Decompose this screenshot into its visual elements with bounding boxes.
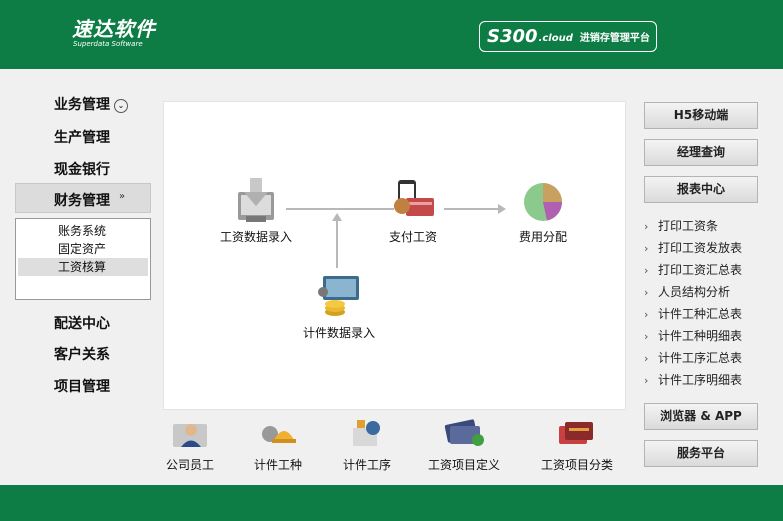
- pay-salary[interactable]: 支付工资: [378, 180, 448, 245]
- app-footer: [0, 485, 783, 521]
- report-link[interactable]: › 计件工种明细表: [644, 327, 742, 344]
- report-link-label: 计件工种汇总表: [658, 307, 743, 321]
- flow-connector: [444, 208, 504, 210]
- product-suffix: .cloud: [538, 33, 573, 44]
- nav-item-crm[interactable]: 客户关系: [54, 344, 110, 364]
- quick-company-staff[interactable]: 公司员工: [163, 418, 217, 473]
- process-gear-icon: [353, 420, 380, 446]
- report-link[interactable]: › 计件工序汇总表: [644, 349, 742, 366]
- report-link-label: 计件工种明细表: [658, 329, 743, 343]
- cards-gear-icon: [444, 419, 484, 446]
- quick-salary-item-category[interactable]: 工资项目分类: [541, 418, 613, 473]
- node-label: 计件数据录入: [302, 326, 375, 340]
- chevron-right-icon: ›: [644, 220, 649, 233]
- nav-item-finance[interactable]: 财务管理 »: [15, 183, 151, 213]
- download-tray-icon: [238, 178, 274, 222]
- node-label: 支付工资: [388, 230, 437, 244]
- nav-item-business[interactable]: 业务管理 ⌄: [54, 94, 128, 114]
- report-link[interactable]: › 计件工序明细表: [644, 371, 742, 388]
- quick-piece-work-process[interactable]: 计件工序: [340, 418, 394, 473]
- chevron-right-icon: ›: [644, 286, 649, 299]
- flow-connector: [336, 220, 338, 268]
- chevron-right-icon: ›: [644, 242, 649, 255]
- chevron-right-icon: ›: [644, 374, 649, 387]
- payment-card-icon: [394, 180, 434, 216]
- hard-hat-icon: [262, 426, 296, 443]
- h5-mobile-button[interactable]: H5移动端: [644, 102, 758, 129]
- submenu-item-accounting[interactable]: 账务系统: [18, 222, 148, 240]
- nav-item-label: 业务管理: [54, 97, 110, 113]
- nav-item-production[interactable]: 生产管理: [54, 127, 110, 147]
- salary-data-entry[interactable]: 工资数据录入: [216, 178, 296, 245]
- chevron-right-icon: ›: [644, 308, 649, 321]
- cost-allocation[interactable]: 费用分配: [508, 180, 578, 245]
- arrow-up-icon: [332, 213, 342, 221]
- node-label: 工资数据录入: [219, 230, 292, 244]
- piece-data-entry[interactable]: 计件数据录入: [289, 274, 389, 341]
- pie-chart-icon: [524, 183, 562, 221]
- manager-query-button[interactable]: 经理查询: [644, 139, 758, 166]
- app-header: 速达软件 Superdata Software S300 .cloud 进销存管…: [0, 0, 783, 69]
- employee-icon: [173, 424, 207, 447]
- quick-access-bar: 公司员工 计件工种 计件工序 工资项目定义 工资项目分类: [163, 418, 626, 478]
- finance-submenu: 账务系统 固定资产 工资核算: [15, 218, 151, 300]
- product-name: S300: [487, 26, 538, 47]
- logo-text-en: Superdata Software: [73, 40, 143, 48]
- coins-laptop-icon: [318, 276, 359, 316]
- report-center-button[interactable]: 报表中心: [644, 176, 758, 203]
- submenu-item-payroll[interactable]: 工资核算: [18, 258, 148, 276]
- quick-label: 工资项目分类: [541, 458, 614, 472]
- nav-item-cash-bank[interactable]: 现金银行: [54, 159, 110, 179]
- arrow-right-icon: [498, 204, 506, 214]
- report-link-label: 人员结构分析: [658, 285, 731, 299]
- report-link-label: 计件工序明细表: [658, 373, 743, 387]
- report-link-label: 打印工资发放表: [658, 241, 743, 255]
- chevron-right-icon: ›: [644, 330, 649, 343]
- logo-text-cn: 速达软件: [72, 17, 156, 41]
- report-link[interactable]: › 计件工种汇总表: [644, 305, 742, 322]
- report-link-label: 计件工序汇总表: [658, 351, 743, 365]
- chevron-right-icon: ›: [644, 352, 649, 365]
- quick-label: 计件工种: [253, 458, 302, 472]
- quick-label: 公司员工: [165, 458, 214, 472]
- node-label: 费用分配: [518, 230, 567, 244]
- chevron-right-icon: ›: [644, 264, 649, 277]
- payroll-flow-panel: 工资数据录入 支付工资 费用分配 计件数据录入: [163, 101, 626, 410]
- report-link-label: 打印工资汇总表: [658, 263, 743, 277]
- product-badge: S300 .cloud 进销存管理平台: [479, 21, 657, 52]
- superdata-logo[interactable]: 速达软件 Superdata Software: [72, 18, 156, 49]
- report-link[interactable]: › 打印工资发放表: [644, 239, 742, 256]
- quick-salary-item-definition[interactable]: 工资项目定义: [428, 418, 500, 473]
- service-platform-button[interactable]: 服务平台: [644, 440, 758, 467]
- submenu-item-fixed-assets[interactable]: 固定资产: [18, 240, 148, 258]
- quick-piece-work-type[interactable]: 计件工种: [251, 418, 305, 473]
- browser-app-button[interactable]: 浏览器 & APP: [644, 403, 758, 430]
- chevron-double-down-icon[interactable]: »: [119, 191, 125, 202]
- report-link[interactable]: › 人员结构分析: [644, 283, 730, 300]
- report-link-label: 打印工资条: [658, 219, 719, 233]
- chevron-down-icon[interactable]: ⌄: [114, 99, 128, 113]
- report-link[interactable]: › 打印工资条: [644, 217, 718, 234]
- quick-label: 工资项目定义: [428, 458, 501, 472]
- nav-item-label: 财务管理: [54, 193, 110, 209]
- product-tagline: 进销存管理平台: [579, 33, 650, 44]
- nav-item-distribution[interactable]: 配送中心: [54, 313, 110, 333]
- cards-stack-icon: [559, 422, 593, 444]
- report-link[interactable]: › 打印工资汇总表: [644, 261, 742, 278]
- quick-label: 计件工序: [342, 458, 391, 472]
- nav-item-projects[interactable]: 项目管理: [54, 376, 110, 396]
